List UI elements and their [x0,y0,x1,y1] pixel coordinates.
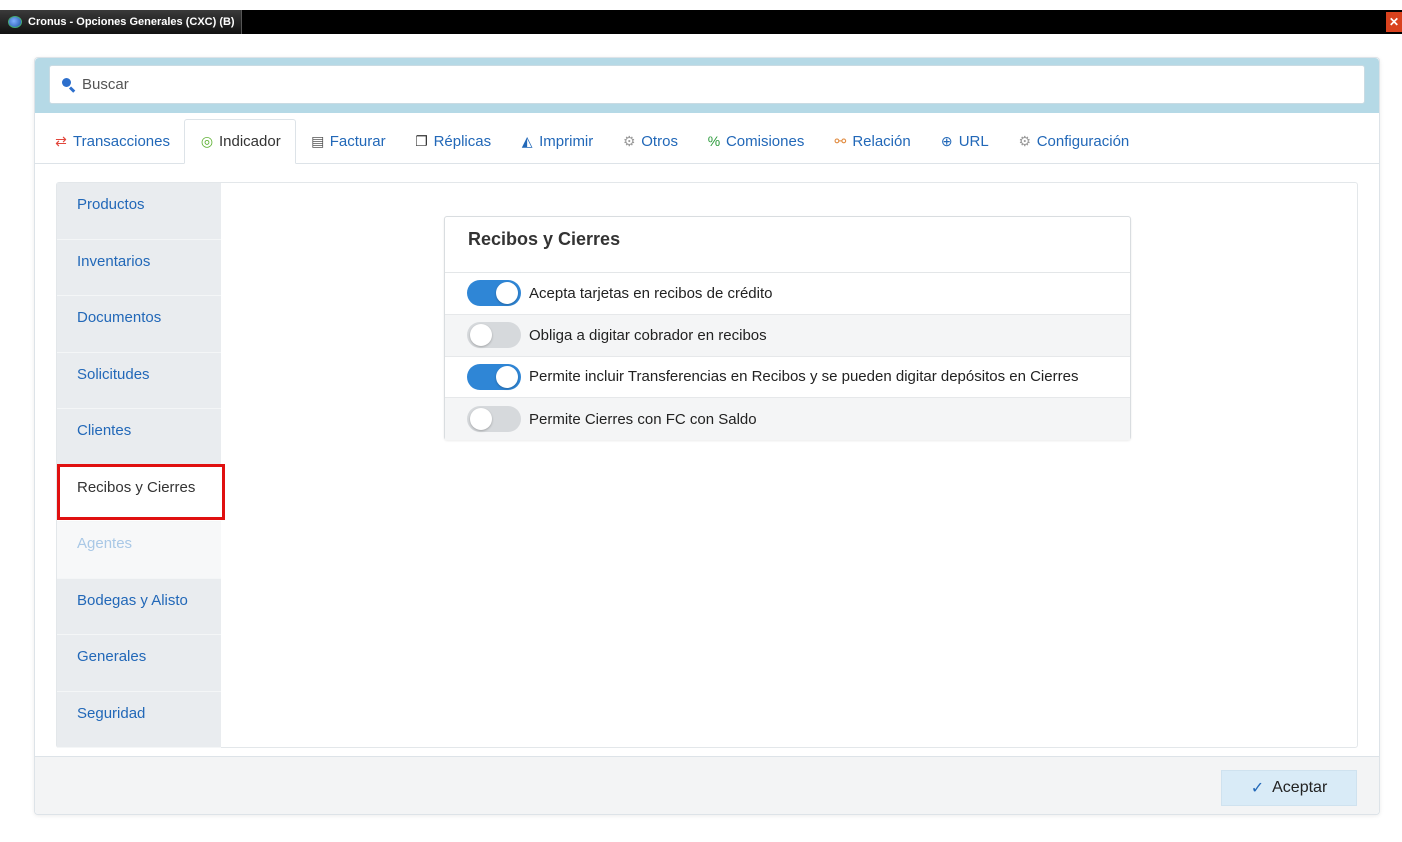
sidebar-item-solicitudes[interactable]: Solicitudes [57,353,221,409]
sidebar-nav: Productos Inventarios Documentos Solicitude… [57,183,221,748]
option-toggle[interactable] [467,280,521,307]
option-label: Permite incluir Transferencias en Recibo… [529,368,1079,386]
option-label: Permite Cierres con FC con Saldo [529,410,757,428]
search-icon [62,77,76,92]
exchange-icon: ⇄ [55,132,67,149]
target-icon: ◎ [200,133,214,149]
tab-transacciones[interactable]: ⇄ Transacciones [39,119,184,163]
globe-icon: ⊕ [940,132,953,149]
sidebar-item-generales[interactable]: Generales [57,635,221,692]
check-icon: ✓ [1250,780,1265,797]
option-toggle[interactable] [467,322,521,349]
dialog-footer: ✓ Aceptar [35,756,1379,814]
accept-button[interactable]: ✓ Aceptar [1221,770,1357,806]
tab-comisiones[interactable]: % Comisiones [692,119,818,163]
link-icon: ⚯ [834,132,847,149]
sidebar-item-seguridad[interactable]: Seguridad [57,692,221,748]
tab-imprimir[interactable]: ◭ Imprimir [505,119,607,163]
section-title: Recibos y Cierres [445,217,1130,273]
options-list: Acepta tarjetas en recibos de crédito Obl… [445,273,1130,440]
option-toggle[interactable] [467,363,521,390]
tab-facturar[interactable]: ▤ Facturar [296,119,400,163]
sidebar-item-inventarios[interactable]: Inventarios [57,240,221,296]
search-input[interactable] [82,76,682,93]
percent-icon: % [707,133,721,149]
option-row: Acepta tarjetas en recibos de crédito [445,273,1130,315]
close-button[interactable]: ✕ [1386,12,1402,32]
accept-button-label: Aceptar [1272,779,1328,796]
option-label: Acepta tarjetas en recibos de crédito [529,284,773,302]
invoice-icon: ▤ [311,132,325,149]
tab-label: Configuración [1036,132,1130,150]
tab-label: URL [958,132,989,150]
tab-label: Comisiones [725,132,805,150]
search-bar [35,58,1379,113]
tab-label: Indicador [219,133,281,150]
toggle-knob [470,408,492,431]
tab-label: Facturar [329,132,386,150]
window-title-tab[interactable]: Cronus - Opciones Generales (CXC) (B) [0,10,242,34]
app-icon [8,16,22,28]
tab-configuracion[interactable]: ⚙ Configuración [1003,119,1144,163]
option-row: Obliga a digitar cobrador en recibos [445,314,1130,357]
window-titlebar: Cronus - Opciones Generales (CXC) (B) ✕ [0,10,1402,34]
gears-icon: ⚙ [622,132,636,149]
tab-relacion[interactable]: ⚯ Relación [818,119,924,163]
tab-label: Otros [641,132,678,150]
sidebar-item-agentes: Agentes [57,522,221,579]
sidebar-item-clientes[interactable]: Clientes [57,409,221,466]
sidebar-item-recibos-y-cierres[interactable]: Recibos y Cierres [57,465,221,522]
sidebar-item-documentos[interactable]: Documentos [57,296,221,353]
close-icon: ✕ [1388,15,1400,29]
sidebar-item-productos[interactable]: Productos [57,183,221,240]
tab-label: Relación [852,132,911,150]
tab-otros[interactable]: ⚙ Otros [607,119,692,163]
toggle-knob [496,282,518,305]
option-row: Permite Cierres con FC con Saldo [445,398,1130,440]
toggle-knob [496,365,518,388]
copy-icon: ❐ [415,132,428,149]
toggle-knob [470,324,492,347]
tab-label: Transacciones [73,132,170,150]
tab-replicas[interactable]: ❐ Réplicas [400,119,506,163]
tab-label: Réplicas [433,132,492,150]
tab-bar: ⇄ Transacciones ◎ Indicador ▤ Facturar ❐ Réplic… [35,119,1379,164]
option-row: Permite incluir Transferencias en Recibo… [445,357,1130,399]
window-title: Cronus - Opciones Generales (CXC) (B) [28,16,235,28]
tab-indicador[interactable]: ◎ Indicador [184,119,296,164]
option-label: Obliga a digitar cobrador en recibos [529,326,767,344]
tab-label: Imprimir [539,132,594,150]
option-toggle[interactable] [467,406,521,433]
search-box[interactable] [49,65,1365,104]
sidebar-item-bodegas-y-alisto[interactable]: Bodegas y Alisto [57,579,221,635]
tab-url[interactable]: ⊕ URL [925,119,1003,163]
area-chart-icon: ◭ [521,132,533,149]
section-card: Recibos y Cierres Acepta tarjetas en rec… [444,216,1131,440]
gear-icon: ⚙ [1018,132,1031,149]
